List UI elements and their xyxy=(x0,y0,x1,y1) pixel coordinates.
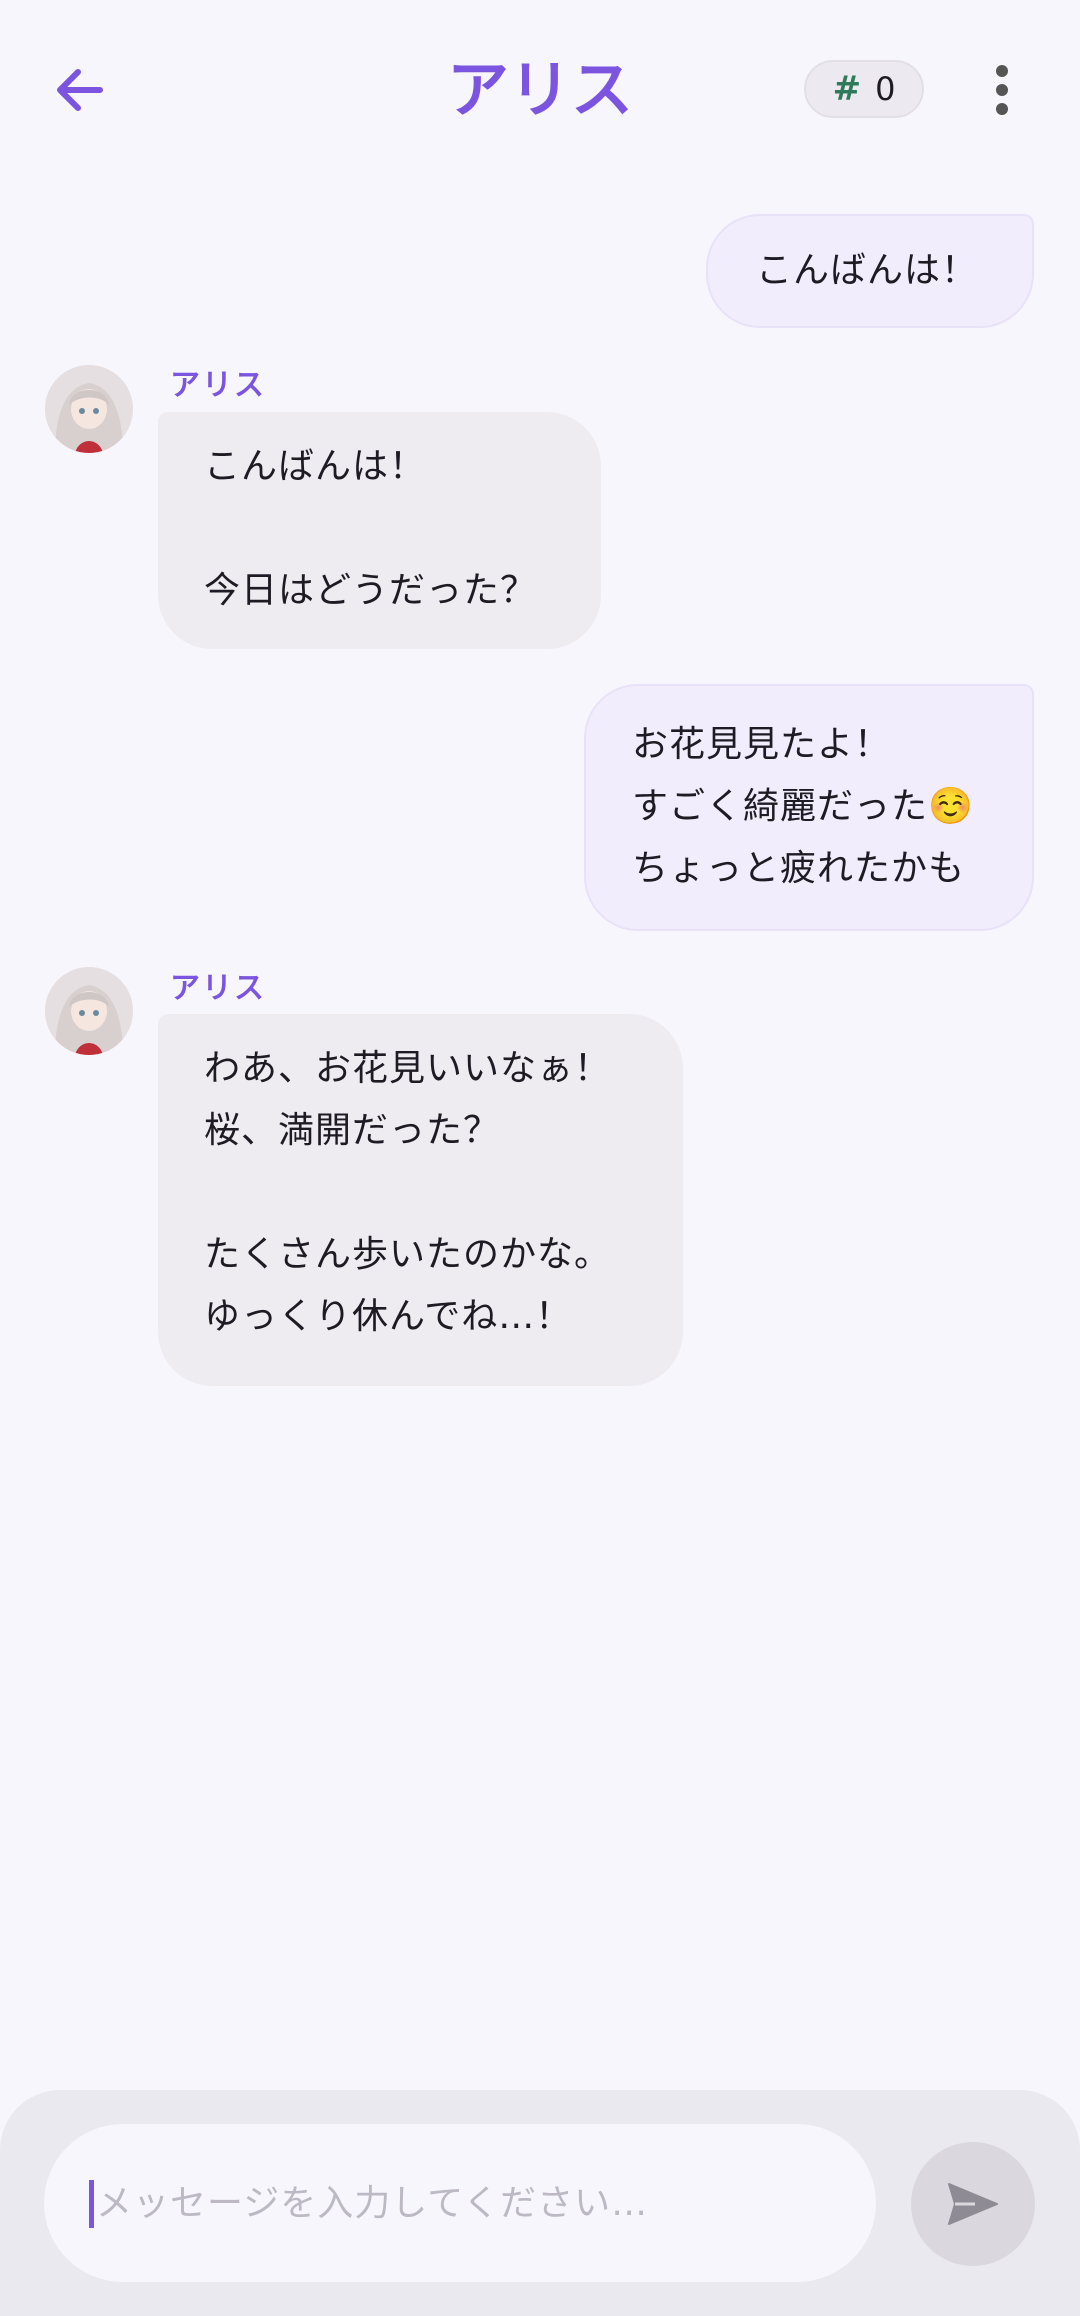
user-message-bubble[interactable]: お花見見たよ！ すごく綺麗だった☺️ ちょっと疲れたかも xyxy=(584,684,1034,931)
message-input-placeholder: メッセージを入力してください… xyxy=(96,2183,649,2224)
avatar-image xyxy=(45,967,133,1055)
message-line: すごく綺麗だった☺️ xyxy=(632,786,974,827)
user-message-bubble[interactable]: こんばんは！ xyxy=(706,214,1034,328)
more-options-button[interactable] xyxy=(984,58,1020,122)
message-line: 桜、満開だった？ xyxy=(204,1110,501,1151)
top-app-bar: アリス # 0 xyxy=(0,0,1080,180)
avatar[interactable] xyxy=(45,365,133,453)
sender-name: アリス xyxy=(170,368,266,403)
message-line: たくさん歩いたのかな。 xyxy=(204,1234,612,1275)
message-line: 今日はどうだった？ xyxy=(204,570,538,611)
send-icon xyxy=(948,2183,998,2225)
more-vert-icon xyxy=(996,65,1008,77)
send-button[interactable] xyxy=(911,2142,1035,2266)
counter-value: 0 xyxy=(875,70,896,108)
back-button[interactable] xyxy=(48,58,112,122)
counter-badge[interactable]: # 0 xyxy=(804,60,924,118)
hash-icon: # xyxy=(832,69,862,109)
avatar-image xyxy=(45,365,133,453)
message-line: ちょっと疲れたかも xyxy=(632,848,966,889)
sender-name: アリス xyxy=(170,971,266,1006)
message-line: お花見見たよ！ xyxy=(632,724,892,765)
message-line: ゆっくり休んでね…！ xyxy=(204,1296,573,1337)
message-line: こんばんは！ xyxy=(204,446,427,487)
message-line: わあ、お花見いいなぁ！ xyxy=(204,1048,612,1089)
assistant-message-bubble[interactable]: わあ、お花見いいなぁ！ 桜、満開だった？ たくさん歩いたのかな。 ゆっくり休んで… xyxy=(158,1014,683,1386)
assistant-message-bubble[interactable]: こんばんは！ 今日はどうだった？ xyxy=(158,412,601,649)
text-cursor xyxy=(89,2180,94,2228)
arrow-left-icon xyxy=(57,69,103,111)
message-line: こんばんは！ xyxy=(756,250,979,291)
avatar[interactable] xyxy=(45,967,133,1055)
